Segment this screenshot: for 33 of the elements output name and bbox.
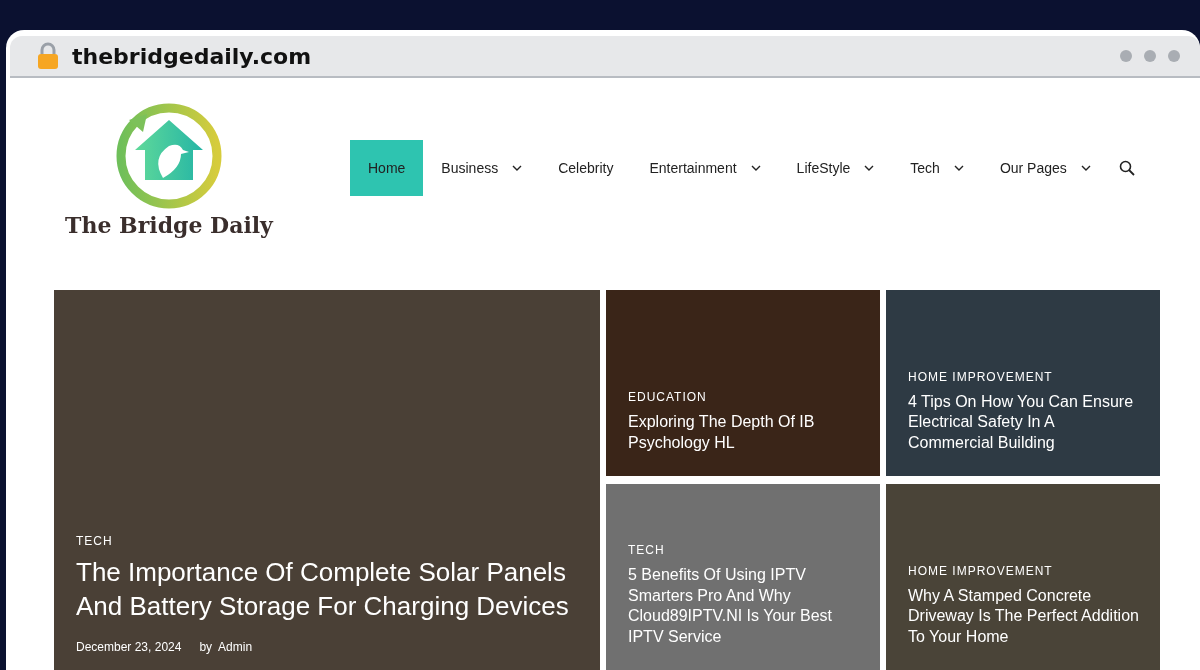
search-icon[interactable] [1118,160,1135,176]
post-title[interactable]: Why A Stamped Concrete Driveway Is The Perfect Addition To Your Home [908,585,1140,648]
post-title[interactable]: The Importance Of Complete Solar Panels And Battery Storage For Charging Devices [76,556,580,624]
post-card[interactable]: HOME IMPROVEMENT 4 Tips On How You Can Ensure Electrical Safety In A Commercial Building [886,290,1160,476]
post-card[interactable]: EDUCATION Exploring The Depth Of IB Psychology HL [606,290,880,476]
address-bar[interactable]: thebridgedaily.com [10,36,1200,78]
nav-link[interactable]: Celebrity [540,140,632,196]
post-title[interactable]: 4 Tips On How You Can Ensure Electrical Safety In A Commercial Building [908,391,1140,454]
category-label[interactable]: EDUCATION [628,390,860,405]
category-label[interactable]: TECH [628,542,860,557]
url-text: thebridgedaily.com [72,43,312,69]
post-card[interactable]: HOME IMPROVEMENT Why A Stamped Concrete Driveway Is The Perfect Addition To Your Home [886,484,1160,670]
window-control-dot[interactable] [1144,50,1156,62]
site-name[interactable]: The Bridge Daily [65,212,273,238]
nav-link[interactable]: LifeStyle [778,140,893,196]
author-link[interactable]: Admin [218,640,253,654]
post-card[interactable]: TECH 5 Benefits Of Using IPTV Smarters Pro And Why Cloud89IPTV.NI Is Your Best IPTV Service [606,484,880,670]
byline-label: by [199,640,213,654]
nav-link[interactable]: Tech [892,140,982,196]
nav-link[interactable]: Home [350,140,424,196]
window-control-dot[interactable] [1168,50,1180,62]
post-title[interactable]: 5 Benefits Of Using IPTV Smarters Pro And Why Cloud89IPTV.NI Is Your Best IPTV Service [628,564,860,648]
category-label[interactable]: TECH [76,534,580,549]
padlock-icon [36,42,60,70]
nav-link[interactable]: Entertainment [631,140,779,196]
window-control-dot[interactable] [1120,50,1132,62]
category-label[interactable]: HOME IMPROVEMENT [908,563,1140,578]
category-label[interactable]: HOME IMPROVEMENT [908,369,1140,384]
nav-link[interactable]: Our Pages [981,140,1109,196]
featured-post-card[interactable]: TECH The Importance Of Complete Solar Panels And Battery Storage For Charging Devices December 23, 2024 by Admin [54,290,600,670]
post-date: December 23, 2024 [76,640,182,654]
post-title[interactable]: Exploring The Depth Of IB Psychology HL [628,412,860,454]
nav-link[interactable]: Business [423,140,541,196]
